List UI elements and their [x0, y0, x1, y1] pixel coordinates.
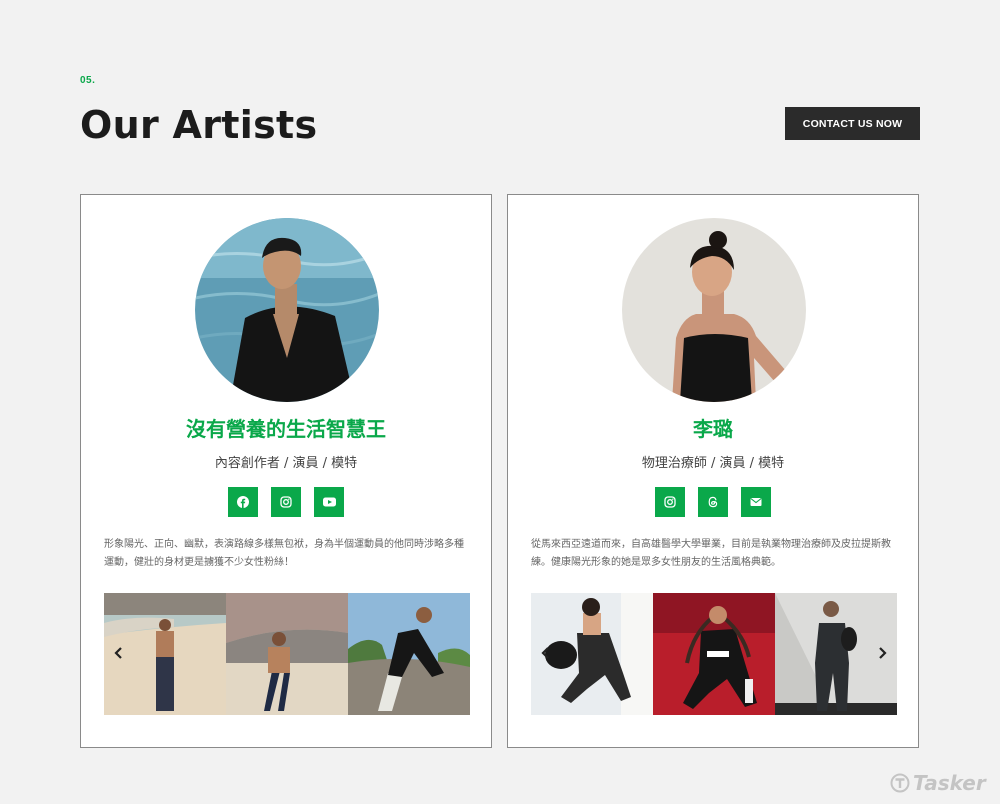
artist-role: 物理治療師 / 演員 / 模特 [641, 456, 785, 471]
youtube-icon[interactable] [314, 487, 344, 517]
instagram-icon[interactable] [271, 487, 301, 517]
contact-us-button[interactable]: CONTACT US NOW [785, 107, 920, 140]
watermark-text: Tasker [913, 771, 986, 795]
artist-card: 沒有營養的生活智慧王 內容創作者 / 演員 / 模特 形象陽光、正向、幽默，表演… [80, 194, 492, 748]
artist-card: 李璐 物理治療師 / 演員 / 模特 從馬來西亞遠道而來，自高雄醫學大學畢業，目… [507, 194, 919, 748]
artist-name: 沒有營養的生活智慧王 [186, 417, 386, 441]
social-links [508, 487, 918, 517]
section-title: Our Artists [80, 103, 318, 147]
facebook-icon[interactable] [228, 487, 258, 517]
gallery-photo[interactable] [348, 593, 470, 715]
artist-bio: 形象陽光、正向、幽默，表演路線多樣無包袱，身為半個運動員的他同時涉略多種運動，健… [104, 539, 464, 568]
gallery-prev-arrow[interactable] [535, 643, 555, 663]
section-number: 05. [80, 75, 96, 86]
social-links [81, 487, 491, 517]
artist-bio: 從馬來西亞遠道而來，自高雄醫學大學畢業，目前是執業物理治療師及皮拉提斯教練。健康… [531, 539, 891, 568]
artist-avatar [195, 218, 379, 402]
artist-role: 內容創作者 / 演員 / 模特 [214, 456, 358, 471]
threads-icon[interactable] [698, 487, 728, 517]
gallery-prev-arrow[interactable] [108, 643, 128, 663]
photo-gallery [531, 593, 897, 715]
artist-name: 李璐 [693, 417, 733, 441]
instagram-icon[interactable] [655, 487, 685, 517]
photo-gallery [104, 593, 470, 715]
gallery-next-arrow[interactable] [873, 643, 893, 663]
email-icon[interactable] [741, 487, 771, 517]
tasker-logo-icon [890, 773, 910, 793]
gallery-photo[interactable] [653, 593, 775, 715]
artist-avatar [622, 218, 806, 402]
watermark: Tasker [890, 771, 986, 795]
gallery-photo[interactable] [226, 593, 348, 715]
